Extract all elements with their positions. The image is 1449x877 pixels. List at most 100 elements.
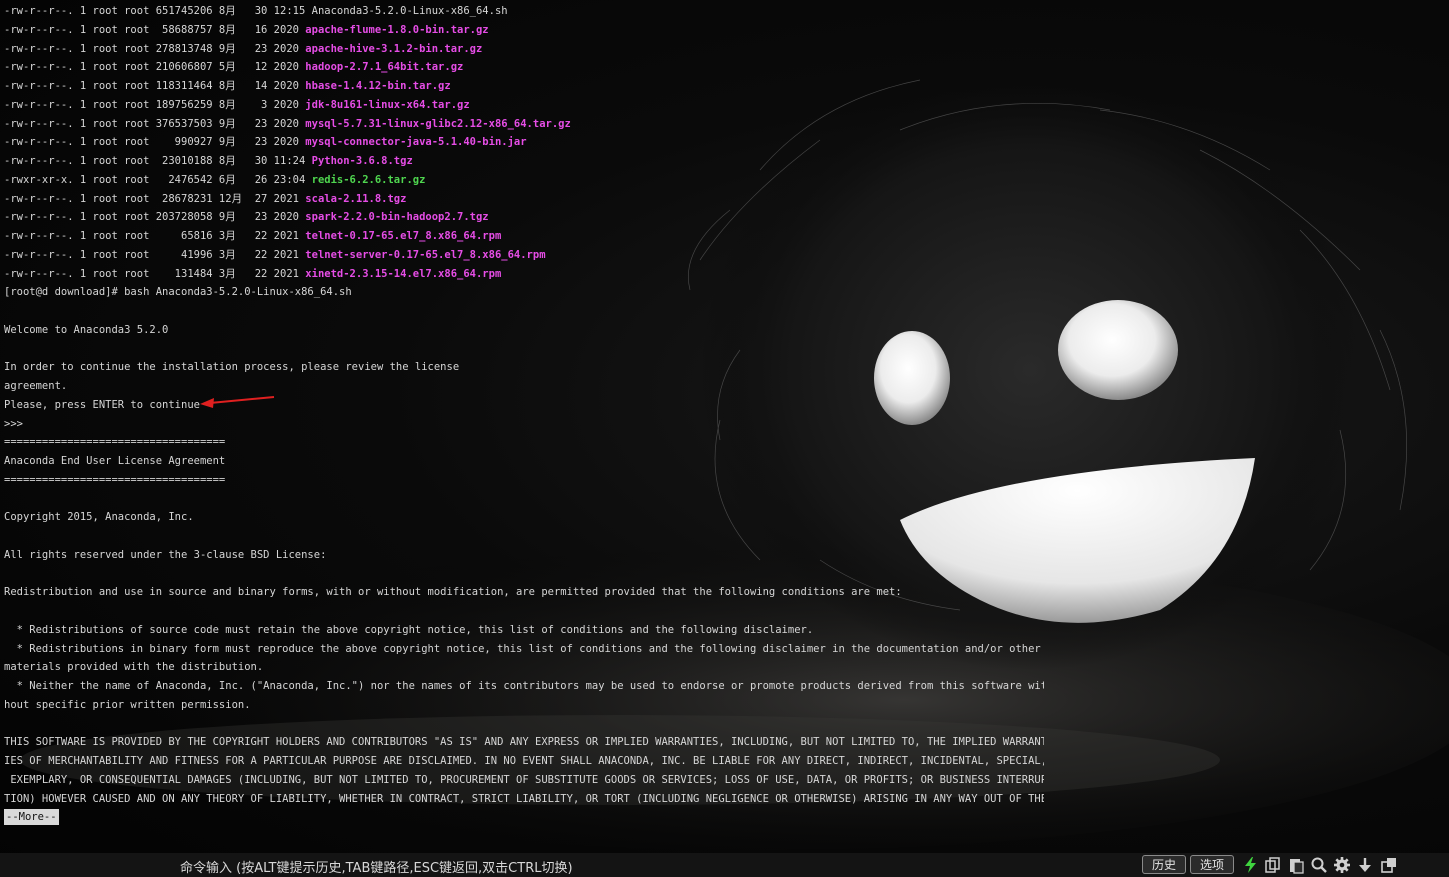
terminal-line: ===================================: [4, 471, 1044, 490]
line-text: EXEMPLARY, OR CONSEQUENTIAL DAMAGES (INC…: [4, 773, 1044, 786]
terminal-line: Redistribution and use in source and bin…: [4, 583, 1044, 602]
file-listing-row: -rw-r--r--. 1 root root 376537503 9月 23 …: [4, 115, 1044, 134]
terminal-line: materials provided with the distribution…: [4, 658, 1044, 677]
line-text: -rw-r--r--. 1 root root 376537503 9月 23 …: [4, 117, 306, 130]
line-text: * Redistributions of source code must re…: [4, 623, 814, 636]
terminal-line: TION) HOWEVER CAUSED AND ON ANY THEORY O…: [4, 790, 1044, 809]
file-name: apache-flume-1.8.0-bin.tar.gz: [305, 23, 489, 36]
lightning-icon[interactable]: [1242, 856, 1260, 874]
file-name: Python-3.6.8.tgz: [311, 155, 413, 167]
file-listing-row: -rw-r--r--. 1 root root 23010188 8月 30 1…: [4, 152, 1044, 171]
file-name: hadoop-2.7.1_64bit.tar.gz: [305, 61, 464, 74]
copy-icon[interactable]: [1264, 856, 1282, 874]
line-text: -rw-r--r--. 1 root root 131484 3月 22 202…: [4, 267, 306, 280]
file-listing-row: -rw-r--r--. 1 root root 118311464 8月 14 …: [4, 77, 1044, 96]
terminal-line: EXEMPLARY, OR CONSEQUENTIAL DAMAGES (INC…: [4, 771, 1044, 790]
line-text: -rw-r--r--. 1 root root 23010188 8月 30 1…: [4, 155, 312, 167]
line-text: agreement.: [4, 380, 68, 392]
file-listing-row: -rw-r--r--. 1 root root 651745206 8月 30 …: [4, 2, 1044, 21]
terminal-line: IES OF MERCHANTABILITY AND FITNESS FOR A…: [4, 752, 1044, 771]
terminal-line: In order to continue the installation pr…: [4, 358, 1044, 377]
terminal-line: Please, press ENTER to continue: [4, 396, 1044, 415]
terminal-output[interactable]: -rw-r--r--. 1 root root 651745206 8月 30 …: [4, 2, 1044, 832]
file-name: telnet-server-0.17-65.el7_8.x86_64.rpm: [305, 248, 546, 261]
command-input[interactable]: 命令输入 (按ALT键提示历史,TAB键路径,ESC键返回,双击CTRL切换): [180, 857, 573, 876]
file-name: Anaconda3-5.2.0-Linux-x86_64.sh: [311, 5, 508, 17]
line-text: * Neither the name of Anaconda, Inc. ("A…: [4, 680, 1044, 692]
history-button[interactable]: 历史: [1142, 855, 1186, 874]
line-text: -rw-r--r--. 1 root root 189756259 8月 3 2…: [4, 98, 306, 111]
annotation-arrow: [200, 396, 275, 408]
file-listing-row: -rwxr-xr-x. 1 root root 2476542 6月 26 23…: [4, 171, 1044, 190]
terminal-window: -rw-r--r--. 1 root root 651745206 8月 30 …: [0, 0, 1449, 877]
line-text: [root@d download]# bash Anaconda3-5.2.0-…: [4, 286, 352, 299]
file-listing-row: -rw-r--r--. 1 root root 203728058 9月 23 …: [4, 208, 1044, 227]
file-listing-row: -rw-r--r--. 1 root root 131484 3月 22 202…: [4, 265, 1044, 284]
line-text: IES OF MERCHANTABILITY AND FITNESS FOR A…: [4, 755, 1044, 767]
line-text: * Redistributions in binary form must re…: [4, 642, 1041, 655]
window-icon[interactable]: [1380, 856, 1398, 874]
terminal-line: >>>: [4, 415, 1044, 434]
file-name: hbase-1.4.12-bin.tar.gz: [305, 80, 451, 92]
line-text: All rights reserved under the 3-clause B…: [4, 548, 327, 561]
line-text: -rw-r--r--. 1 root root 28678231 12月 27 …: [4, 192, 306, 205]
terminal-line: * Neither the name of Anaconda, Inc. ("A…: [4, 677, 1044, 696]
file-name: apache-hive-3.1.2-bin.tar.gz: [305, 42, 483, 55]
line-text: ===================================: [4, 436, 226, 449]
line-text: -rw-r--r--. 1 root root 990927 9月 23 202…: [4, 136, 306, 149]
gear-icon[interactable]: [1333, 856, 1351, 874]
line-text: Anaconda End User License Agreement: [4, 455, 226, 467]
file-listing-row: -rw-r--r--. 1 root root 990927 9月 23 202…: [4, 133, 1044, 152]
file-listing-row: -rw-r--r--. 1 root root 65816 3月 22 2021…: [4, 227, 1044, 246]
line-text: -rw-r--r--. 1 root root 41996 3月 22 2021: [4, 248, 306, 261]
paste-icon[interactable]: [1287, 856, 1305, 874]
file-listing-row: -rw-r--r--. 1 root root 278813748 9月 23 …: [4, 40, 1044, 59]
terminal-line: THIS SOFTWARE IS PROVIDED BY THE COPYRIG…: [4, 733, 1044, 752]
file-name: mysql-connector-java-5.1.40-bin.jar: [305, 136, 527, 149]
file-listing-row: -rw-r--r--. 1 root root 28678231 12月 27 …: [4, 190, 1044, 209]
line-text: -rw-r--r--. 1 root root 65816 3月 22 2021: [4, 230, 306, 242]
file-name: mysql-5.7.31-linux-glibc2.12-x86_64.tar.…: [305, 117, 571, 130]
line-text: Please, press ENTER to continue: [4, 398, 200, 411]
line-text: Redistribution and use in source and bin…: [4, 586, 902, 599]
more-prompt[interactable]: --More--: [4, 809, 59, 826]
file-name: redis-6.2.6.tar.gz: [311, 173, 426, 186]
terminal-line: hout specific prior written permission.: [4, 696, 1044, 715]
line-text: -rw-r--r--. 1 root root 278813748 9月 23 …: [4, 42, 306, 55]
file-listing-row: -rw-r--r--. 1 root root 58688757 8月 16 2…: [4, 21, 1044, 40]
file-listing-row: -rw-r--r--. 1 root root 189756259 8月 3 2…: [4, 96, 1044, 115]
line-text: -rw-r--r--. 1 root root 118311464 8月 14 …: [4, 80, 306, 92]
line-text: ===================================: [4, 473, 226, 486]
file-name: telnet-0.17-65.el7_8.x86_64.rpm: [305, 230, 502, 242]
file-listing-row: -rw-r--r--. 1 root root 210606807 5月 12 …: [4, 58, 1044, 77]
terminal-line: Welcome to Anaconda3 5.2.0: [4, 321, 1044, 340]
line-text: -rw-r--r--. 1 root root 210606807 5月 12 …: [4, 61, 306, 74]
line-text: -rw-r--r--. 1 root root 203728058 9月 23 …: [4, 211, 306, 224]
right-eye: [1058, 300, 1178, 400]
line-text: -rwxr-xr-x. 1 root root 2476542 6月 26 23…: [4, 173, 312, 186]
file-name: scala-2.11.8.tgz: [305, 192, 407, 205]
terminal-line: * Redistributions of source code must re…: [4, 621, 1044, 640]
line-text: -rw-r--r--. 1 root root 651745206 8月 30 …: [4, 5, 312, 17]
terminal-line: Anaconda End User License Agreement: [4, 452, 1044, 471]
search-icon[interactable]: [1310, 856, 1328, 874]
line-text: Copyright 2015, Anaconda, Inc.: [4, 511, 194, 524]
line-text: THIS SOFTWARE IS PROVIDED BY THE COPYRIG…: [4, 736, 1044, 749]
command-bar: 命令输入 (按ALT键提示历史,TAB键路径,ESC键返回,双击CTRL切换) …: [0, 853, 1449, 877]
line-text: Welcome to Anaconda3 5.2.0: [4, 323, 169, 336]
line-text: >>>: [4, 417, 23, 430]
file-name: xinetd-2.3.15-14.el7.x86_64.rpm: [305, 267, 502, 280]
terminal-line: Copyright 2015, Anaconda, Inc.: [4, 508, 1044, 527]
download-icon[interactable]: [1356, 856, 1374, 874]
options-button[interactable]: 选项: [1190, 855, 1234, 874]
file-name: spark-2.2.0-bin-hadoop2.7.tgz: [305, 211, 489, 224]
line-text: In order to continue the installation pr…: [4, 361, 460, 374]
file-name: jdk-8u161-linux-x64.tar.gz: [305, 98, 470, 111]
terminal-line: ===================================: [4, 433, 1044, 452]
